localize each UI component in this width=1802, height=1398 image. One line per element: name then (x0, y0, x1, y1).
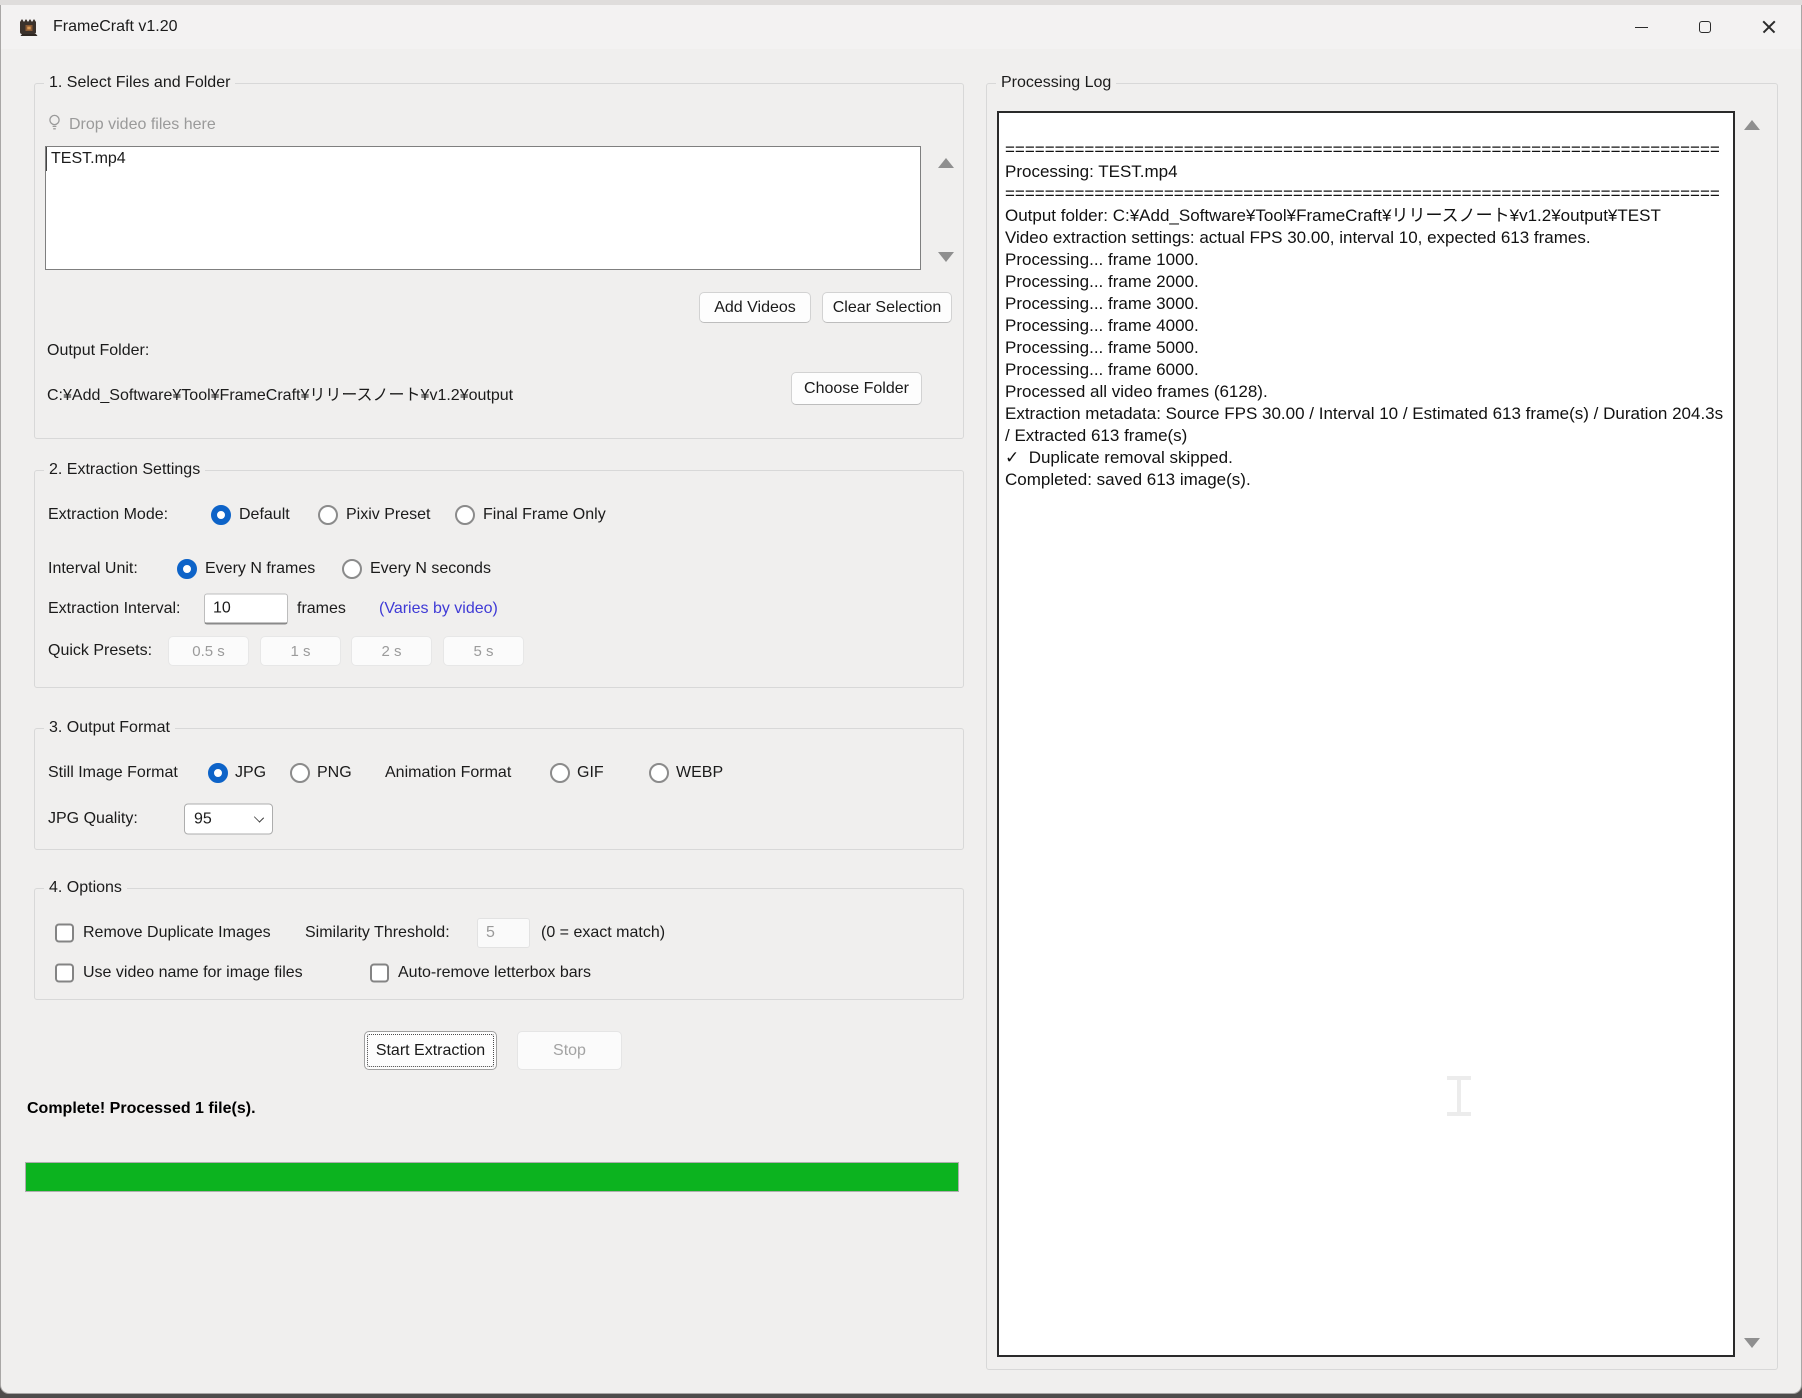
video-name-label: Use video name for image files (83, 964, 303, 981)
still-image-format-label: Still Image Format (48, 764, 178, 781)
video-file-list[interactable]: TEST.mp4 (45, 146, 921, 270)
close-button[interactable] (1737, 5, 1801, 49)
radio-mode-final-frame[interactable] (455, 505, 475, 525)
remove-duplicates-checkbox[interactable] (55, 923, 74, 943)
app-window: FrameCraft v1.20 1. Select Files and Fol… (0, 5, 1802, 1394)
text-cursor (1447, 1076, 1471, 1116)
output-folder-path: C:¥Add_Software¥Tool¥FrameCraft¥リリースノート¥… (47, 387, 514, 404)
extraction-interval-label: Extraction Interval: (48, 600, 181, 617)
remove-duplicates-label: Remove Duplicate Images (83, 924, 271, 941)
preset-5s-button[interactable]: 5 s (443, 636, 524, 666)
preset-2s-button[interactable]: 2 s (351, 636, 432, 666)
jpg-quality-value: 95 (194, 810, 212, 827)
log-text: ========================================… (1005, 140, 1724, 489)
titlebar[interactable]: FrameCraft v1.20 (1, 5, 1801, 49)
preset-1s-button[interactable]: 1 s (260, 636, 341, 666)
maximize-button[interactable] (1673, 5, 1737, 49)
close-icon (1762, 20, 1776, 34)
similarity-threshold-input[interactable]: 5 (477, 918, 530, 948)
similarity-threshold-label: Similarity Threshold: (305, 924, 450, 941)
drop-hint-text: Drop video files here (69, 116, 216, 133)
screen: FrameCraft v1.20 1. Select Files and Fol… (0, 0, 1802, 1398)
log-title: Processing Log (996, 74, 1117, 92)
interval-unit-label: Interval Unit: (48, 560, 138, 577)
radio-gif[interactable] (550, 763, 570, 783)
radio-mode-default[interactable] (211, 505, 231, 525)
section-options: 4. Options Remove Duplicate Images Simil… (34, 879, 964, 1000)
clear-selection-button[interactable]: Clear Selection (822, 292, 952, 323)
jpg-quality-select[interactable]: 95 (184, 803, 273, 835)
extraction-interval-input[interactable]: 10 (204, 593, 288, 625)
radio-jpg-label: JPG (235, 764, 267, 781)
radio-mode-pixiv-label: Pixiv Preset (346, 506, 431, 523)
extraction-mode-label: Extraction Mode: (48, 506, 169, 523)
list-scroll-down-icon[interactable] (938, 252, 954, 262)
radio-every-n-seconds-label: Every N seconds (370, 560, 491, 577)
minimize-button[interactable] (1609, 5, 1673, 49)
quick-presets-label: Quick Presets: (48, 642, 153, 659)
section1-title: 1. Select Files and Folder (44, 74, 236, 92)
choose-folder-button[interactable]: Choose Folder (791, 372, 922, 405)
radio-webp[interactable] (649, 763, 669, 783)
start-extraction-button[interactable]: Start Extraction (364, 1031, 497, 1070)
similarity-hint: (0 = exact match) (541, 924, 666, 941)
radio-mode-pixiv[interactable] (318, 505, 338, 525)
radio-webp-label: WEBP (676, 764, 724, 781)
letterbox-label: Auto-remove letterbox bars (398, 964, 591, 981)
list-scroll-up-icon[interactable] (938, 158, 954, 168)
output-folder-label: Output Folder: (47, 342, 150, 359)
maximize-icon (1699, 21, 1711, 33)
radio-png[interactable] (290, 763, 310, 783)
window-controls (1609, 5, 1801, 49)
chevron-down-icon (253, 812, 265, 823)
section4-title: 4. Options (44, 879, 127, 897)
progress-fill (26, 1163, 958, 1191)
radio-mode-default-label: Default (239, 506, 290, 523)
section-processing-log: Processing Log =========================… (986, 74, 1778, 1370)
status-text: Complete! Processed 1 file(s). (27, 1100, 256, 1117)
progress-bar (25, 1162, 959, 1192)
section2-title: 2. Extraction Settings (44, 461, 206, 479)
interval-suffix-label: frames (297, 600, 346, 617)
list-item[interactable]: TEST.mp4 (46, 147, 920, 171)
drop-zone-hint: Drop video files here (47, 114, 216, 136)
section-extraction-settings: 2. Extraction Settings Extraction Mode: … (34, 461, 964, 688)
log-scroll-down-icon[interactable] (1744, 1338, 1760, 1348)
stop-button[interactable]: Stop (517, 1031, 622, 1070)
radio-every-n-frames[interactable] (177, 559, 197, 579)
radio-png-label: PNG (317, 764, 352, 781)
jpg-quality-label: JPG Quality: (48, 810, 138, 827)
app-icon (17, 16, 41, 38)
video-name-checkbox[interactable] (55, 963, 74, 983)
radio-every-n-seconds[interactable] (342, 559, 362, 579)
varies-by-video-note: (Varies by video) (379, 600, 498, 617)
radio-gif-label: GIF (577, 764, 604, 781)
lightbulb-icon (47, 114, 62, 136)
log-textarea[interactable]: ========================================… (997, 111, 1735, 1357)
radio-jpg[interactable] (208, 763, 228, 783)
radio-mode-final-frame-label: Final Frame Only (483, 506, 606, 523)
section-select-files: 1. Select Files and Folder Drop video fi… (34, 74, 964, 439)
animation-format-label: Animation Format (385, 764, 512, 781)
section3-title: 3. Output Format (44, 719, 175, 737)
preset-05s-button[interactable]: 0.5 s (168, 636, 249, 666)
add-videos-button[interactable]: Add Videos (699, 292, 811, 323)
window-title: FrameCraft v1.20 (53, 18, 178, 35)
letterbox-checkbox[interactable] (370, 963, 389, 983)
log-scroll-up-icon[interactable] (1744, 120, 1760, 130)
minimize-icon (1634, 26, 1648, 28)
section-output-format: 3. Output Format Still Image Format JPG … (34, 719, 964, 850)
radio-every-n-frames-label: Every N frames (205, 560, 316, 577)
